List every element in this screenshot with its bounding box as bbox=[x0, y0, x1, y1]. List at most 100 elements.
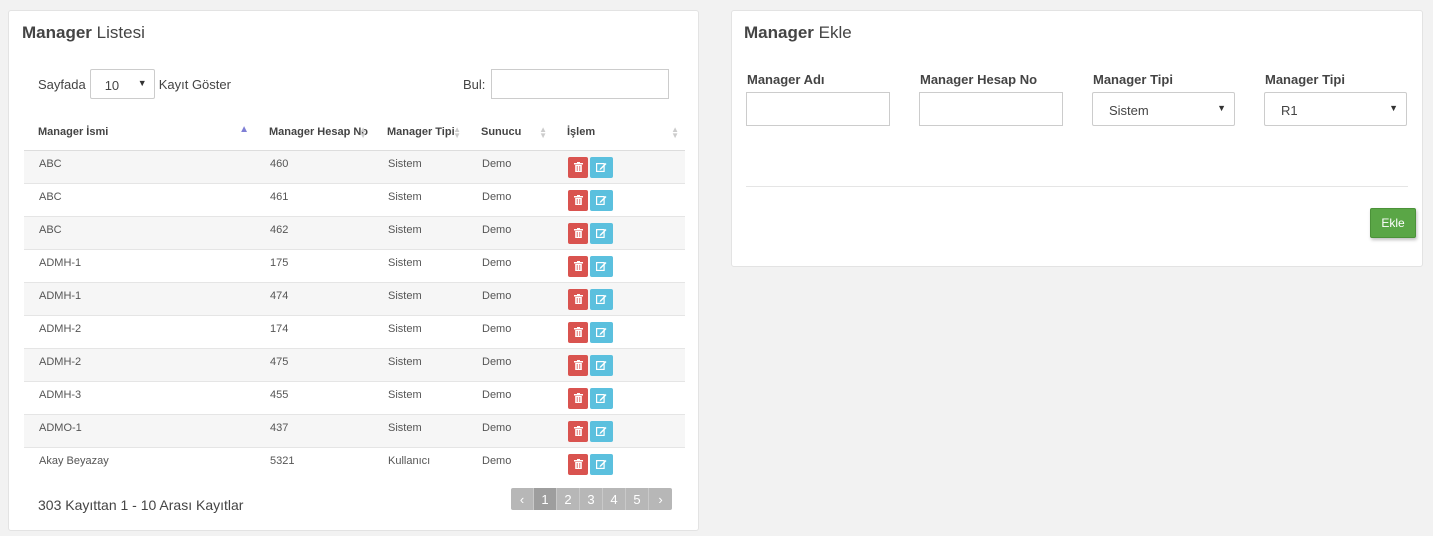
cell-account: 474 bbox=[255, 282, 373, 316]
trash-icon bbox=[573, 426, 583, 436]
row-actions bbox=[568, 288, 685, 310]
cell-type: Sistem bbox=[373, 183, 467, 217]
edit-icon bbox=[596, 262, 607, 271]
delete-button[interactable] bbox=[568, 321, 588, 343]
add-panel-title: Manager Ekle bbox=[744, 23, 852, 42]
trash-icon bbox=[573, 261, 583, 271]
manager-type2-select[interactable]: R1 ▼ bbox=[1264, 92, 1407, 126]
delete-button[interactable] bbox=[568, 420, 588, 442]
table-info: 303 Kayıttan 1 - 10 Arası Kayıtlar bbox=[38, 497, 244, 513]
table-row: ABC 461 Sistem Demo bbox=[24, 183, 685, 217]
row-actions bbox=[568, 354, 685, 376]
manager-name-label: Manager Adı bbox=[747, 72, 825, 87]
sort-icon: ▲ ▼ bbox=[453, 125, 461, 140]
cell-type: Sistem bbox=[373, 315, 467, 349]
row-actions bbox=[568, 156, 685, 178]
pagination-next[interactable]: › bbox=[649, 488, 672, 510]
pagination-page-2[interactable]: 2 bbox=[557, 488, 580, 510]
chevron-down-icon: ▼ bbox=[1389, 103, 1398, 113]
pagination-page-5[interactable]: 5 bbox=[626, 488, 649, 510]
cell-account: 174 bbox=[255, 315, 373, 349]
edit-icon bbox=[596, 328, 607, 337]
delete-button[interactable] bbox=[568, 156, 588, 178]
cell-type: Sistem bbox=[373, 150, 467, 184]
edit-button[interactable] bbox=[590, 222, 613, 244]
edit-icon bbox=[596, 361, 607, 370]
page-length-select[interactable]: 10 ▼ bbox=[89, 69, 155, 99]
cell-name: Akay Beyazay bbox=[39, 454, 109, 467]
cell-type: Sistem bbox=[373, 348, 467, 382]
cell-name: ADMO-1 bbox=[24, 414, 255, 448]
delete-button[interactable] bbox=[568, 453, 588, 475]
pagination-page-4[interactable]: 4 bbox=[603, 488, 626, 510]
row-actions bbox=[568, 255, 685, 277]
search-control: Bul: bbox=[463, 69, 670, 99]
cell-name: ABC bbox=[24, 216, 255, 250]
pagination-prev[interactable]: ‹ bbox=[511, 488, 534, 510]
delete-button[interactable] bbox=[568, 222, 588, 244]
cell-actions bbox=[553, 183, 685, 217]
edit-button[interactable] bbox=[590, 288, 613, 310]
cell-type: Sistem bbox=[373, 381, 467, 415]
cell-actions bbox=[553, 150, 685, 184]
delete-button[interactable] bbox=[568, 255, 588, 277]
edit-button[interactable] bbox=[590, 453, 613, 475]
cell-account: 462 bbox=[255, 216, 373, 250]
manager-add-panel: Manager Ekle Manager Adı Manager Hesap N… bbox=[731, 10, 1423, 267]
edit-button[interactable] bbox=[590, 354, 613, 376]
delete-button[interactable] bbox=[568, 354, 588, 376]
cell-actions bbox=[553, 414, 685, 448]
column-header-type[interactable]: Manager Tipi ▲ ▼ bbox=[373, 115, 467, 151]
column-header-account[interactable]: Manager Hesap No ▲ ▼ bbox=[255, 115, 373, 151]
edit-button[interactable] bbox=[590, 321, 613, 343]
cell-server: Demo bbox=[467, 282, 553, 316]
edit-button[interactable] bbox=[590, 156, 613, 178]
table-row: ABC 460 Sistem Demo bbox=[24, 150, 685, 184]
cell-server: Demo bbox=[467, 315, 553, 349]
column-header-server[interactable]: Sunucu ▲ ▼ bbox=[467, 115, 553, 151]
delete-button[interactable] bbox=[568, 288, 588, 310]
search-input[interactable] bbox=[491, 69, 670, 99]
edit-button[interactable] bbox=[590, 255, 613, 277]
pagination-page-3[interactable]: 3 bbox=[580, 488, 603, 510]
cell-server: Demo bbox=[482, 454, 512, 467]
cell-account: 175 bbox=[255, 249, 373, 283]
cell-name: ADMH-2 bbox=[24, 315, 255, 349]
table-row: ADMH-2 475 Sistem Demo bbox=[24, 348, 685, 382]
table-row: ADMH-1 175 Sistem Demo bbox=[24, 249, 685, 283]
cell-name: ADMH-3 bbox=[24, 381, 255, 415]
edit-icon bbox=[596, 460, 607, 469]
cell-account: 460 bbox=[255, 150, 373, 184]
trash-icon bbox=[573, 459, 583, 469]
manager-account-input[interactable] bbox=[919, 92, 1063, 126]
cell-server: Demo bbox=[467, 216, 553, 250]
trash-icon bbox=[573, 327, 583, 337]
column-header-actions[interactable]: İşlem ▲ ▼ bbox=[553, 115, 685, 151]
edit-button[interactable] bbox=[590, 189, 613, 211]
cell-server: Demo bbox=[467, 381, 553, 415]
column-header-name[interactable]: Manager İsmi ▲ bbox=[24, 115, 255, 151]
cell-name: ABC bbox=[24, 150, 255, 184]
row-actions bbox=[568, 321, 685, 343]
table-row: ABC 462 Sistem Demo bbox=[24, 216, 685, 250]
manager-type-select[interactable]: Sistem ▼ bbox=[1092, 92, 1235, 126]
cell-server: Demo bbox=[467, 249, 553, 283]
add-button[interactable]: Ekle bbox=[1370, 208, 1416, 238]
manager-type-label: Manager Tipi bbox=[1093, 72, 1173, 87]
page-length-control: Sayfada 10 ▼ Kayıt Göster bbox=[38, 69, 231, 99]
search-label: Bul: bbox=[463, 76, 486, 92]
cell-actions bbox=[553, 381, 685, 415]
manager-name-input[interactable] bbox=[746, 92, 890, 126]
edit-icon bbox=[596, 295, 607, 304]
delete-button[interactable] bbox=[568, 387, 588, 409]
sort-icon: ▲ ▼ bbox=[359, 125, 367, 140]
delete-button[interactable] bbox=[568, 189, 588, 211]
page-length-suffix: Kayıt Göster bbox=[158, 76, 231, 92]
pagination-page-1[interactable]: 1 bbox=[534, 488, 557, 510]
edit-button[interactable] bbox=[590, 420, 613, 442]
cell-actions bbox=[553, 249, 685, 283]
pagination: ‹ 1 2 3 4 5 › bbox=[511, 488, 672, 510]
row-actions bbox=[568, 387, 685, 409]
cell-account: 461 bbox=[255, 183, 373, 217]
edit-button[interactable] bbox=[590, 387, 613, 409]
